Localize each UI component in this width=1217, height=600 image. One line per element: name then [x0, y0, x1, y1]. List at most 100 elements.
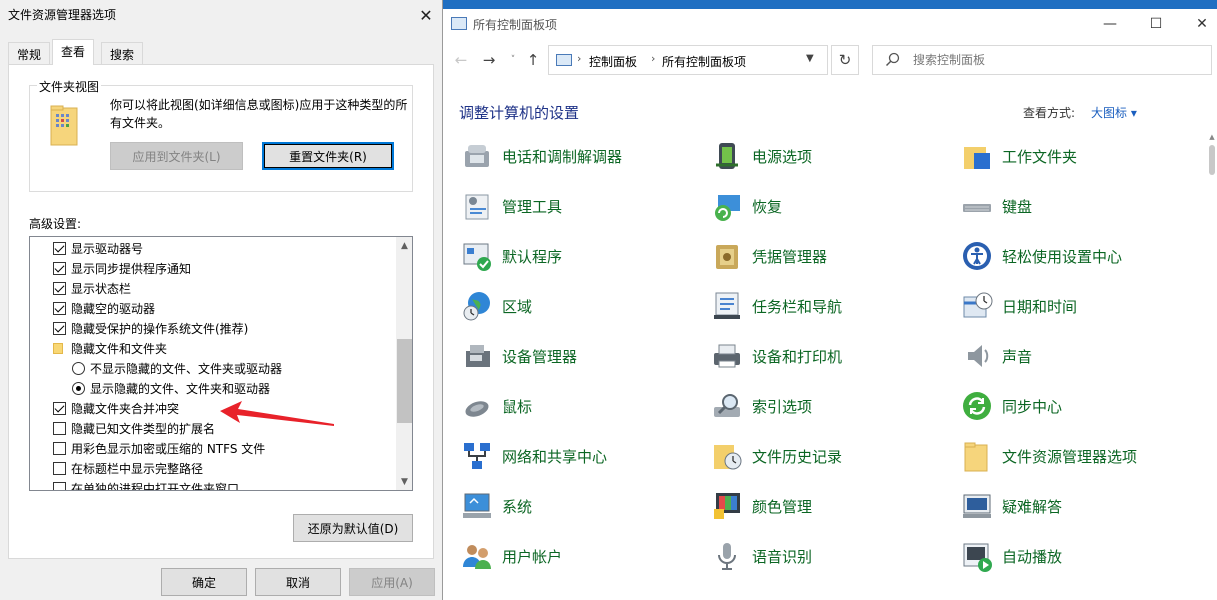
control-panel-item[interactable]: 网络和共享中心 — [460, 439, 607, 473]
control-panel-item[interactable]: 恢复 — [710, 189, 782, 223]
address-bar[interactable]: › 控制面板 › 所有控制面板项 ▼ — [548, 45, 828, 75]
forward-icon[interactable]: → — [479, 50, 499, 70]
chevron-down-icon[interactable]: ▼ — [806, 53, 814, 64]
control-panel-item[interactable]: 键盘 — [960, 189, 1032, 223]
control-panel-item[interactable]: 任务栏和导航 — [710, 289, 842, 323]
control-panel-item[interactable]: 轻松使用设置中心 — [960, 239, 1122, 273]
refresh-icon[interactable]: ↻ — [831, 45, 859, 75]
advanced-settings-list[interactable]: 显示驱动器号 显示同步提供程序通知显示状态栏隐藏空的驱动器 隐藏受保护的操作系统文件… — [29, 236, 413, 491]
control-panel-item-label: 用户帐户 — [502, 547, 563, 566]
checkbox[interactable] — [53, 261, 66, 275]
restore-defaults-button[interactable]: 还原为默认值(D) — [293, 514, 413, 542]
control-panel-item[interactable]: 用户帐户 — [460, 539, 562, 573]
control-panel-item[interactable]: 电话和调制解调器 — [460, 139, 622, 173]
view-by-dropdown[interactable]: 大图标 ▾ — [1091, 104, 1137, 121]
scrollbar-thumb[interactable] — [397, 339, 412, 423]
scroll-up-icon[interactable]: ▲ — [396, 237, 412, 254]
control-panel-item[interactable]: 默认程序 — [460, 239, 562, 273]
minimize-icon[interactable]: — — [1087, 12, 1133, 36]
checkbox[interactable] — [53, 241, 66, 255]
checkbox[interactable] — [53, 321, 66, 335]
control-panel-item[interactable]: 区域 — [460, 289, 532, 323]
control-panel-item[interactable]: 日期和时间 — [960, 289, 1077, 323]
control-panel-item-label: 轻松使用设置中心 — [1002, 247, 1123, 266]
search-input[interactable]: 搜索控制面板 — [872, 45, 1212, 75]
advanced-setting-row[interactable]: 在单独的进程中打开文件夹窗口 — [53, 478, 240, 491]
checkbox[interactable] — [53, 301, 66, 315]
checkbox[interactable] — [53, 461, 66, 475]
reset-folders-button[interactable]: 重置文件夹(R) — [262, 142, 394, 170]
admin-tools-icon — [465, 194, 489, 220]
control-panel-item[interactable]: 文件历史记录 — [710, 439, 842, 473]
apply-button[interactable]: 应用(A) — [349, 568, 435, 596]
up-icon[interactable]: ↑ — [523, 50, 543, 70]
setting-label: 在单独的进程中打开文件夹窗口 — [71, 481, 240, 491]
advanced-setting-row[interactable]: 隐藏空的驱动器 — [53, 298, 155, 318]
control-panel-item-label: 电源选项 — [752, 147, 813, 166]
control-panel-item-label: 电话和调制解调器 — [502, 147, 623, 166]
maximize-icon[interactable]: ☐ — [1133, 12, 1179, 36]
control-panel-item[interactable]: 鼠标 — [460, 389, 532, 423]
control-panel-item[interactable]: 设备管理器 — [460, 339, 577, 373]
advanced-setting-row[interactable]: 隐藏文件夹合并冲突 — [53, 398, 179, 418]
breadcrumb-control-panel[interactable]: 控制面板 — [589, 53, 637, 70]
scroll-down-icon[interactable]: ▼ — [396, 473, 412, 490]
advanced-setting-row[interactable]: 用彩色显示加密或压缩的 NTFS 文件 — [53, 438, 265, 458]
advanced-setting-row[interactable]: 不显示隐藏的文件、文件夹或驱动器 — [72, 358, 282, 378]
scrollbar[interactable]: ▲ — [1207, 133, 1217, 600]
control-panel-items: 电话和调制解调器 电源选项 工作文件夹管理工具 恢复 键盘默认程序 凭据管理器 轻松使用设置… — [443, 133, 1203, 600]
scrollbar[interactable]: ▲ ▼ — [396, 237, 412, 490]
breadcrumb-all-items[interactable]: 所有控制面板项 — [662, 53, 746, 70]
sync-center-icon — [963, 392, 991, 420]
control-panel-item[interactable]: 同步中心 — [960, 389, 1062, 423]
control-panel-item[interactable]: 自动播放 — [960, 539, 1062, 573]
apply-to-folders-button[interactable]: 应用到文件夹(L) — [110, 142, 243, 170]
window-top-strip — [443, 0, 1217, 9]
control-panel-item[interactable]: 凭据管理器 — [710, 239, 827, 273]
checkbox[interactable] — [53, 281, 66, 295]
control-panel-item-label: 恢复 — [752, 197, 783, 216]
back-icon[interactable]: ← — [451, 50, 471, 70]
close-window-icon[interactable]: ✕ — [1179, 12, 1217, 36]
checkbox[interactable] — [53, 421, 66, 435]
radio-button[interactable] — [72, 381, 85, 395]
control-panel-item[interactable]: 电源选项 — [710, 139, 812, 173]
advanced-setting-row[interactable]: 显示状态栏 — [53, 278, 131, 298]
control-panel-icon — [556, 54, 572, 66]
advanced-setting-row[interactable]: 显示驱动器号 — [53, 238, 143, 258]
advanced-setting-row[interactable]: 隐藏受保护的操作系统文件(推荐) — [53, 318, 248, 338]
control-panel-item[interactable]: 设备和打印机 — [710, 339, 842, 373]
control-panel-item-label: 设备和打印机 — [752, 347, 843, 366]
troubleshooting-icon — [963, 494, 991, 518]
explorer-options-icon — [964, 442, 988, 472]
control-panel-item-label: 鼠标 — [502, 397, 533, 416]
checkbox[interactable] — [53, 401, 66, 415]
checkbox[interactable] — [53, 481, 66, 490]
radio-button[interactable] — [72, 361, 85, 375]
recent-locations-icon[interactable]: ˅ — [503, 50, 523, 70]
cancel-button[interactable]: 取消 — [255, 568, 341, 596]
control-panel-item[interactable]: 工作文件夹 — [960, 139, 1077, 173]
ok-button[interactable]: 确定 — [161, 568, 247, 596]
control-panel-item[interactable]: 语音识别 — [710, 539, 812, 573]
advanced-setting-row[interactable]: 显示同步提供程序通知 — [53, 258, 191, 278]
control-panel-item[interactable]: 颜色管理 — [710, 489, 812, 523]
tab-search[interactable]: 搜索 — [101, 42, 144, 64]
checkbox[interactable] — [53, 441, 66, 455]
tab-general[interactable]: 常规 — [8, 42, 51, 64]
scrollbar-thumb[interactable] — [1209, 145, 1215, 175]
scroll-up-icon[interactable]: ▲ — [1207, 133, 1217, 143]
control-panel-item[interactable]: 疑难解答 — [960, 489, 1062, 523]
control-panel-item[interactable]: 文件资源管理器选项 — [960, 439, 1137, 473]
advanced-setting-row[interactable]: 隐藏已知文件类型的扩展名 — [53, 418, 215, 438]
control-panel-item[interactable]: 管理工具 — [460, 189, 562, 223]
control-panel-item[interactable]: 系统 — [460, 489, 532, 523]
tab-view[interactable]: 查看 — [52, 39, 95, 65]
advanced-setting-row[interactable]: 在标题栏中显示完整路径 — [53, 458, 203, 478]
close-icon[interactable]: ✕ — [414, 3, 438, 27]
control-panel-item[interactable]: 索引选项 — [710, 389, 812, 423]
setting-label: 显示状态栏 — [71, 281, 132, 296]
control-panel-item[interactable]: 声音 — [960, 339, 1032, 373]
advanced-setting-row[interactable]: 显示隐藏的文件、文件夹和驱动器 — [72, 378, 270, 398]
control-panel-item-label: 键盘 — [1002, 197, 1033, 216]
